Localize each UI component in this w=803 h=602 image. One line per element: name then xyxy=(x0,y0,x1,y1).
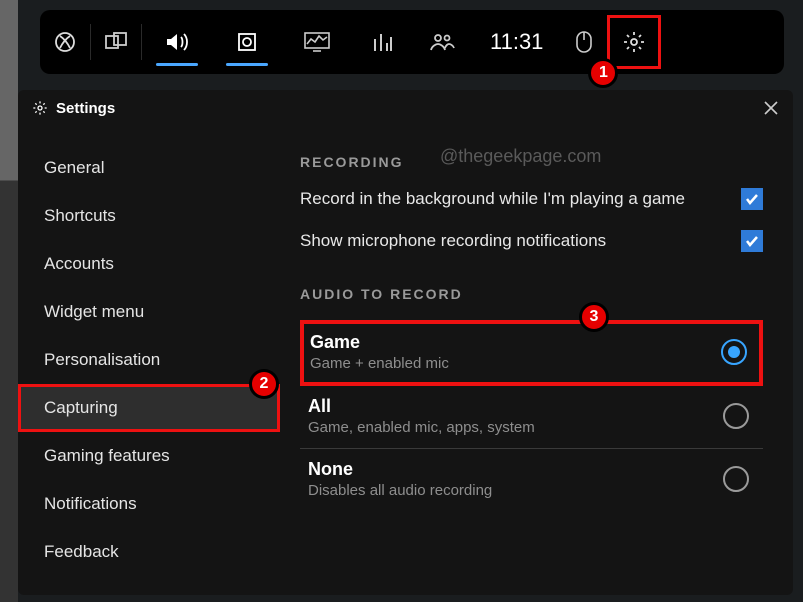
audio-section-label: AUDIO TO RECORD xyxy=(300,286,763,302)
panel-header: Settings xyxy=(18,90,793,126)
annotation-badge-2: 2 xyxy=(249,369,279,399)
audio-option-sub: Disables all audio recording xyxy=(308,482,492,499)
close-button[interactable] xyxy=(763,100,779,116)
audio-option-sub: Game + enabled mic xyxy=(310,355,449,372)
gear-icon xyxy=(622,30,646,54)
annotation-badge-1: 1 xyxy=(588,58,618,88)
check-icon xyxy=(744,191,760,207)
capture-icon[interactable] xyxy=(212,10,282,74)
audio-radiogroup: Game Game + enabled mic 3 All Game, enab… xyxy=(300,320,763,511)
sidebar-item-notifications[interactable]: Notifications xyxy=(18,480,280,528)
sidebar-item-widget-menu[interactable]: Widget menu xyxy=(18,288,280,336)
sidebar-item-shortcuts[interactable]: Shortcuts xyxy=(18,192,280,240)
sidebar-item-gaming-features[interactable]: Gaming features xyxy=(18,432,280,480)
xbox-icon[interactable] xyxy=(40,10,90,74)
clock: 11:31 xyxy=(472,29,561,55)
audio-option-title: None xyxy=(308,459,492,480)
mic-notif-label: Show microphone recording notifications xyxy=(300,231,606,251)
resources-icon[interactable] xyxy=(352,10,412,74)
audio-option-title: Game xyxy=(310,332,449,353)
record-background-label: Record in the background while I'm playi… xyxy=(300,189,685,209)
sidebar-item-personalisation[interactable]: Personalisation xyxy=(18,336,280,384)
background-strip xyxy=(0,0,18,602)
sidebar-item-feedback[interactable]: Feedback xyxy=(18,528,280,576)
settings-sidebar: General Shortcuts Accounts Widget menu P… xyxy=(18,126,280,595)
radio-icon xyxy=(723,403,749,429)
gear-icon xyxy=(32,100,48,116)
sidebar-item-accounts[interactable]: Accounts xyxy=(18,240,280,288)
watermark: @thegeekpage.com xyxy=(440,146,601,167)
sidebar-item-capturing[interactable]: Capturing 2 xyxy=(18,384,280,432)
annotation-badge-3: 3 xyxy=(579,302,609,332)
audio-option-all[interactable]: All Game, enabled mic, apps, system xyxy=(300,386,763,449)
record-background-row[interactable]: Record in the background while I'm playi… xyxy=(300,188,763,210)
settings-gear-button[interactable]: 1 xyxy=(607,15,661,69)
performance-icon[interactable] xyxy=(282,10,352,74)
game-bar-topbar: 11:31 1 xyxy=(40,10,784,74)
sidebar-item-general[interactable]: General xyxy=(18,144,280,192)
radio-icon xyxy=(723,466,749,492)
sidebar-item-label: Capturing xyxy=(44,398,118,417)
settings-panel: Settings General Shortcuts Accounts Widg… xyxy=(18,90,793,595)
widgets-icon[interactable] xyxy=(91,10,141,74)
xbox-social-icon[interactable] xyxy=(412,10,472,74)
audio-option-title: All xyxy=(308,396,535,417)
settings-content: @thegeekpage.com RECORDING Record in the… xyxy=(280,126,793,595)
close-icon xyxy=(763,100,779,116)
mic-notif-checkbox[interactable] xyxy=(741,230,763,252)
mic-notif-row[interactable]: Show microphone recording notifications xyxy=(300,230,763,252)
audio-option-sub: Game, enabled mic, apps, system xyxy=(308,419,535,436)
radio-selected-icon xyxy=(721,339,747,365)
check-icon xyxy=(744,233,760,249)
audio-option-game[interactable]: Game Game + enabled mic 3 xyxy=(300,320,763,386)
record-background-checkbox[interactable] xyxy=(741,188,763,210)
audio-option-none[interactable]: None Disables all audio recording xyxy=(300,449,763,511)
panel-title: Settings xyxy=(56,100,115,117)
audio-icon[interactable] xyxy=(142,10,212,74)
